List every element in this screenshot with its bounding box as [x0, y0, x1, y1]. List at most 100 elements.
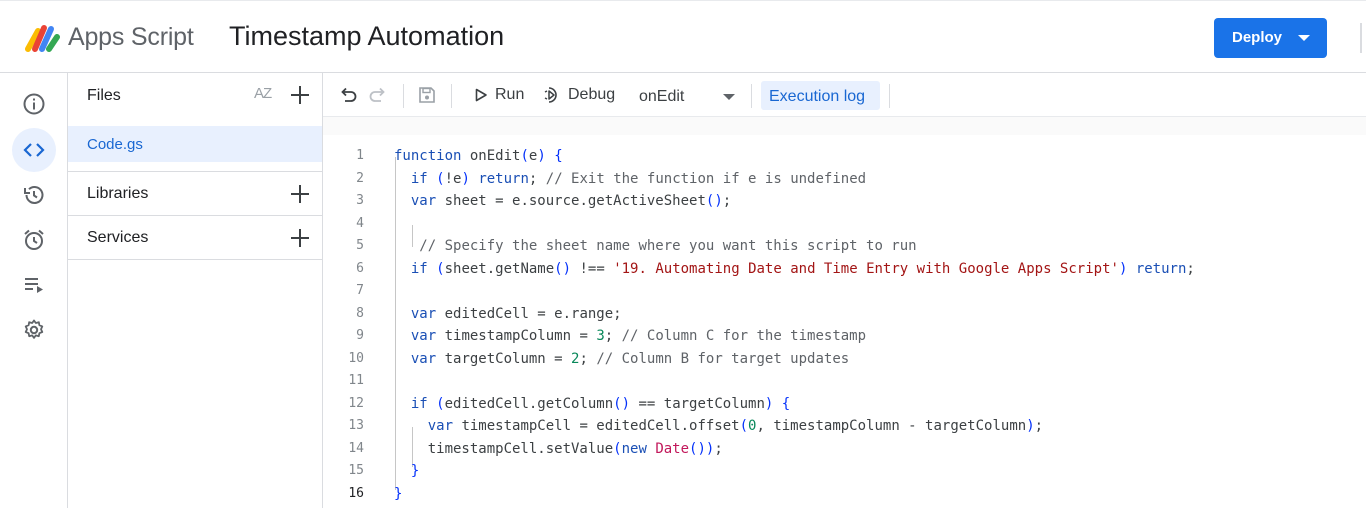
code-line[interactable]: 3 var sheet = e.source.getActiveSheet();: [323, 190, 1366, 213]
deploy-label: Deploy: [1232, 29, 1283, 46]
save-icon[interactable]: [417, 85, 437, 105]
file-item-code-gs[interactable]: Code.gs: [68, 126, 322, 162]
add-service-icon[interactable]: [290, 228, 310, 248]
run-label: Run: [495, 86, 525, 103]
code-line[interactable]: 6 if (sheet.getName() !== '19. Automatin…: [323, 258, 1366, 281]
code-line[interactable]: 15 }: [323, 460, 1366, 483]
line-number: 1: [356, 148, 364, 163]
files-title: Files: [87, 87, 121, 104]
code-line[interactable]: 2 if (!e) return; // Exit the function i…: [323, 168, 1366, 191]
rail-settings-button[interactable]: [12, 308, 56, 352]
code-text: if (sheet.getName() !== '19. Automating …: [410, 260, 1195, 277]
debug-icon: [544, 87, 557, 103]
rail-history-button[interactable]: [12, 173, 56, 217]
line-number: 6: [356, 260, 364, 276]
line-number: 4: [356, 215, 364, 231]
line-number: 14: [348, 440, 364, 456]
code-text: if (editedCell.getColumn() == targetColu…: [410, 395, 791, 412]
play-icon: [475, 88, 487, 102]
code-text: var timestampColumn = 3; // Column C for…: [410, 328, 867, 344]
editor-toolbar: Run Debug onEdit Execution log: [323, 73, 1366, 117]
chevron-down-icon: [723, 94, 735, 100]
line-number: 12: [348, 395, 364, 411]
line-number: 2: [356, 170, 364, 186]
divider: [1360, 23, 1362, 53]
chevron-down-icon: [1298, 35, 1310, 41]
line-number: 15: [348, 463, 364, 478]
code-text: var targetColumn = 2; // Column B for ta…: [410, 350, 850, 367]
code-text: var timestampCell = editedCell.offset(0,…: [427, 418, 1044, 434]
libraries-label: Libraries: [87, 185, 149, 202]
undo-icon[interactable]: [338, 85, 358, 105]
line-number: 16: [348, 485, 364, 501]
code-text: if (!e) return; // Exit the function if …: [410, 170, 867, 187]
debug-button[interactable]: Debug: [542, 81, 622, 109]
code-text: // Specify the sheet name where you want…: [419, 238, 917, 254]
toolbar-divider: [889, 84, 890, 108]
files-panel: Files AZ Code.gs Libraries Services: [68, 73, 323, 508]
code-text: var sheet = e.source.getActiveSheet();: [410, 193, 732, 209]
file-name: Code.gs: [87, 136, 143, 153]
apps-script-logo-icon[interactable]: [24, 23, 62, 53]
line-number: 10: [348, 350, 364, 366]
alarm-clock-icon: [24, 229, 44, 250]
code-text: }: [410, 463, 420, 479]
code-line[interactable]: 4: [323, 213, 1366, 236]
code-line[interactable]: 10 var targetColumn = 2; // Column B for…: [323, 348, 1366, 371]
rail-overview-button[interactable]: [12, 82, 56, 126]
line-number: 5: [356, 238, 364, 253]
project-title[interactable]: Timestamp Automation: [229, 21, 504, 52]
info-icon: [23, 93, 45, 115]
toolbar-divider: [403, 84, 404, 108]
code-line[interactable]: 12 if (editedCell.getColumn() == targetC…: [323, 393, 1366, 416]
execution-log-label: Execution log: [769, 88, 866, 105]
code-text: function onEdit(e) {: [394, 148, 563, 164]
code-editor[interactable]: 1 function onEdit(e) { 2 if (!e) return; /…: [323, 135, 1366, 508]
rail-editor-button[interactable]: [12, 128, 56, 172]
gear-icon: [24, 319, 44, 339]
code-line[interactable]: 13 var timestampCell = editedCell.offset…: [323, 415, 1366, 438]
code-line[interactable]: 16}: [323, 483, 1366, 506]
top-bar: Apps Script Timestamp Automation Deploy: [0, 0, 1366, 73]
line-number: 9: [356, 328, 364, 343]
toolbar-divider: [751, 84, 752, 108]
code-icon: [23, 143, 45, 157]
app-name: Apps Script: [68, 23, 194, 51]
executions-icon: [25, 278, 43, 293]
code-line[interactable]: 14 timestampCell.setValue(new Date());: [323, 438, 1366, 461]
nav-rail: [0, 73, 68, 508]
rail-executions-button[interactable]: [12, 263, 56, 307]
rail-triggers-button[interactable]: [12, 218, 56, 262]
add-library-icon[interactable]: [290, 184, 310, 204]
code-line[interactable]: 11: [323, 370, 1366, 393]
sort-az-icon[interactable]: AZ: [254, 85, 272, 102]
function-select-value: onEdit: [639, 88, 685, 105]
execution-log-button[interactable]: Execution log: [761, 81, 880, 110]
code-line[interactable]: 5 // Specify the sheet name where you wa…: [323, 235, 1366, 258]
code-line[interactable]: 7: [323, 280, 1366, 303]
libraries-section: Libraries: [68, 171, 322, 215]
line-number: 11: [348, 373, 364, 388]
files-header: Files AZ: [68, 73, 323, 117]
line-number: 13: [348, 418, 364, 433]
editor-area: Run Debug onEdit Execution log 1 function…: [323, 73, 1366, 508]
code-text: }: [394, 485, 403, 502]
code-text: var editedCell = e.range;: [410, 305, 622, 322]
code-text: timestampCell.setValue(new Date());: [394, 440, 723, 457]
function-select[interactable]: onEdit: [637, 81, 747, 111]
services-section: Services: [68, 215, 322, 260]
add-file-icon[interactable]: [290, 85, 310, 105]
line-number: 3: [356, 193, 364, 208]
toolbar-divider: [451, 84, 452, 108]
code-line[interactable]: 8 var editedCell = e.range;: [323, 303, 1366, 326]
code-line[interactable]: 1 function onEdit(e) {: [323, 145, 1366, 168]
history-icon: [24, 186, 44, 204]
deploy-button[interactable]: Deploy: [1214, 18, 1327, 58]
services-label: Services: [87, 229, 149, 246]
run-button[interactable]: Run: [471, 81, 529, 109]
code-line[interactable]: 9 var timestampColumn = 3; // Column C f…: [323, 325, 1366, 348]
redo-icon[interactable]: [368, 85, 388, 105]
line-number: 7: [356, 283, 364, 298]
line-number: 8: [356, 305, 364, 321]
debug-label: Debug: [568, 86, 616, 103]
